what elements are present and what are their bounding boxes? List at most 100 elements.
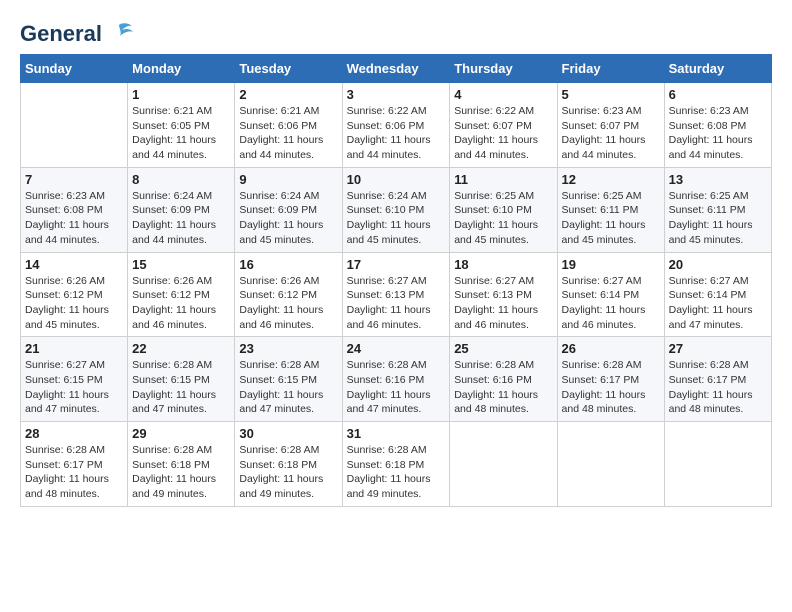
day-info: Sunrise: 6:25 AM Sunset: 6:11 PM Dayligh… [669, 189, 767, 248]
day-info: Sunrise: 6:23 AM Sunset: 6:07 PM Dayligh… [562, 104, 660, 163]
calendar-cell: 8 Sunrise: 6:24 AM Sunset: 6:09 PM Daylig… [128, 167, 235, 252]
day-info: Sunrise: 6:21 AM Sunset: 6:05 PM Dayligh… [132, 104, 230, 163]
calendar-table: SundayMondayTuesdayWednesdayThursdayFrid… [20, 54, 772, 507]
calendar-cell: 2 Sunrise: 6:21 AM Sunset: 6:06 PM Daylig… [235, 83, 342, 168]
day-header-friday: Friday [557, 55, 664, 83]
calendar-cell: 14 Sunrise: 6:26 AM Sunset: 6:12 PM Dayli… [21, 252, 128, 337]
day-info: Sunrise: 6:24 AM Sunset: 6:09 PM Dayligh… [132, 189, 230, 248]
day-number: 20 [669, 257, 767, 272]
calendar-cell: 25 Sunrise: 6:28 AM Sunset: 6:16 PM Dayli… [450, 337, 557, 422]
day-info: Sunrise: 6:22 AM Sunset: 6:06 PM Dayligh… [347, 104, 446, 163]
week-row-2: 7Sunrise: 6:23 AM Sunset: 6:08 PM Daylig… [21, 167, 772, 252]
day-number: 21 [25, 341, 123, 356]
day-number: 18 [454, 257, 552, 272]
day-header-saturday: Saturday [664, 55, 771, 83]
calendar-cell: 17 Sunrise: 6:27 AM Sunset: 6:13 PM Dayli… [342, 252, 450, 337]
day-info: Sunrise: 6:28 AM Sunset: 6:15 PM Dayligh… [239, 358, 337, 417]
day-info: Sunrise: 6:28 AM Sunset: 6:18 PM Dayligh… [347, 443, 446, 502]
day-info: Sunrise: 6:21 AM Sunset: 6:06 PM Dayligh… [239, 104, 337, 163]
calendar-cell: 22 Sunrise: 6:28 AM Sunset: 6:15 PM Dayli… [128, 337, 235, 422]
day-number: 30 [239, 426, 337, 441]
day-header-tuesday: Tuesday [235, 55, 342, 83]
day-info: Sunrise: 6:22 AM Sunset: 6:07 PM Dayligh… [454, 104, 552, 163]
day-info: Sunrise: 6:26 AM Sunset: 6:12 PM Dayligh… [132, 274, 230, 333]
calendar-cell: 1 Sunrise: 6:21 AM Sunset: 6:05 PM Daylig… [128, 83, 235, 168]
day-number: 25 [454, 341, 552, 356]
calendar-header-row: SundayMondayTuesdayWednesdayThursdayFrid… [21, 55, 772, 83]
calendar-cell: 23 Sunrise: 6:28 AM Sunset: 6:15 PM Dayli… [235, 337, 342, 422]
calendar-cell: 10 Sunrise: 6:24 AM Sunset: 6:10 PM Dayli… [342, 167, 450, 252]
day-info: Sunrise: 6:28 AM Sunset: 6:16 PM Dayligh… [454, 358, 552, 417]
day-number: 3 [347, 87, 446, 102]
day-number: 10 [347, 172, 446, 187]
day-number: 5 [562, 87, 660, 102]
day-number: 16 [239, 257, 337, 272]
day-info: Sunrise: 6:27 AM Sunset: 6:14 PM Dayligh… [669, 274, 767, 333]
calendar-cell: 24Sunrise: 6:28 AM Sunset: 6:16 PM Dayli… [342, 337, 450, 422]
logo-text: General [20, 21, 102, 47]
calendar-cell: 3 Sunrise: 6:22 AM Sunset: 6:06 PM Daylig… [342, 83, 450, 168]
day-info: Sunrise: 6:28 AM Sunset: 6:17 PM Dayligh… [25, 443, 123, 502]
calendar-cell: 4 Sunrise: 6:22 AM Sunset: 6:07 PM Daylig… [450, 83, 557, 168]
calendar-cell [557, 422, 664, 507]
day-number: 27 [669, 341, 767, 356]
calendar-cell: 11 Sunrise: 6:25 AM Sunset: 6:10 PM Dayli… [450, 167, 557, 252]
calendar-cell: 16 Sunrise: 6:26 AM Sunset: 6:12 PM Dayli… [235, 252, 342, 337]
calendar-cell: 6 Sunrise: 6:23 AM Sunset: 6:08 PM Daylig… [664, 83, 771, 168]
calendar-cell [450, 422, 557, 507]
calendar-cell: 5 Sunrise: 6:23 AM Sunset: 6:07 PM Daylig… [557, 83, 664, 168]
day-info: Sunrise: 6:25 AM Sunset: 6:11 PM Dayligh… [562, 189, 660, 248]
calendar-cell: 29Sunrise: 6:28 AM Sunset: 6:18 PM Dayli… [128, 422, 235, 507]
calendar-cell: 31 Sunrise: 6:28 AM Sunset: 6:18 PM Dayli… [342, 422, 450, 507]
day-info: Sunrise: 6:26 AM Sunset: 6:12 PM Dayligh… [25, 274, 123, 333]
calendar-cell: 26Sunrise: 6:28 AM Sunset: 6:17 PM Dayli… [557, 337, 664, 422]
day-number: 6 [669, 87, 767, 102]
calendar-cell [664, 422, 771, 507]
calendar-cell: 30 Sunrise: 6:28 AM Sunset: 6:18 PM Dayli… [235, 422, 342, 507]
page-header: General [20, 20, 772, 44]
day-header-monday: Monday [128, 55, 235, 83]
day-info: Sunrise: 6:27 AM Sunset: 6:13 PM Dayligh… [347, 274, 446, 333]
day-number: 23 [239, 341, 337, 356]
day-number: 8 [132, 172, 230, 187]
logo: General [20, 20, 134, 44]
calendar-cell: 13 Sunrise: 6:25 AM Sunset: 6:11 PM Dayli… [664, 167, 771, 252]
day-number: 22 [132, 341, 230, 356]
day-number: 9 [239, 172, 337, 187]
day-number: 4 [454, 87, 552, 102]
day-info: Sunrise: 6:28 AM Sunset: 6:18 PM Dayligh… [132, 443, 230, 502]
calendar-cell: 19 Sunrise: 6:27 AM Sunset: 6:14 PM Dayli… [557, 252, 664, 337]
week-row-4: 21Sunrise: 6:27 AM Sunset: 6:15 PM Dayli… [21, 337, 772, 422]
day-info: Sunrise: 6:23 AM Sunset: 6:08 PM Dayligh… [669, 104, 767, 163]
day-info: Sunrise: 6:27 AM Sunset: 6:13 PM Dayligh… [454, 274, 552, 333]
day-info: Sunrise: 6:26 AM Sunset: 6:12 PM Dayligh… [239, 274, 337, 333]
day-info: Sunrise: 6:28 AM Sunset: 6:15 PM Dayligh… [132, 358, 230, 417]
day-number: 17 [347, 257, 446, 272]
day-number: 31 [347, 426, 446, 441]
day-info: Sunrise: 6:25 AM Sunset: 6:10 PM Dayligh… [454, 189, 552, 248]
day-number: 1 [132, 87, 230, 102]
calendar-cell: 20 Sunrise: 6:27 AM Sunset: 6:14 PM Dayli… [664, 252, 771, 337]
day-info: Sunrise: 6:28 AM Sunset: 6:17 PM Dayligh… [669, 358, 767, 417]
day-number: 26 [562, 341, 660, 356]
day-header-sunday: Sunday [21, 55, 128, 83]
day-info: Sunrise: 6:24 AM Sunset: 6:10 PM Dayligh… [347, 189, 446, 248]
calendar-cell: 27 Sunrise: 6:28 AM Sunset: 6:17 PM Dayli… [664, 337, 771, 422]
day-number: 14 [25, 257, 123, 272]
day-number: 19 [562, 257, 660, 272]
logo-bird-icon [104, 20, 134, 48]
calendar-cell: 12Sunrise: 6:25 AM Sunset: 6:11 PM Dayli… [557, 167, 664, 252]
day-number: 11 [454, 172, 552, 187]
day-number: 15 [132, 257, 230, 272]
week-row-3: 14 Sunrise: 6:26 AM Sunset: 6:12 PM Dayli… [21, 252, 772, 337]
calendar-cell: 28Sunrise: 6:28 AM Sunset: 6:17 PM Dayli… [21, 422, 128, 507]
day-header-thursday: Thursday [450, 55, 557, 83]
day-info: Sunrise: 6:28 AM Sunset: 6:18 PM Dayligh… [239, 443, 337, 502]
day-number: 24 [347, 341, 446, 356]
week-row-5: 28Sunrise: 6:28 AM Sunset: 6:17 PM Dayli… [21, 422, 772, 507]
day-info: Sunrise: 6:23 AM Sunset: 6:08 PM Dayligh… [25, 189, 123, 248]
day-info: Sunrise: 6:27 AM Sunset: 6:14 PM Dayligh… [562, 274, 660, 333]
day-number: 2 [239, 87, 337, 102]
day-header-wednesday: Wednesday [342, 55, 450, 83]
day-number: 13 [669, 172, 767, 187]
